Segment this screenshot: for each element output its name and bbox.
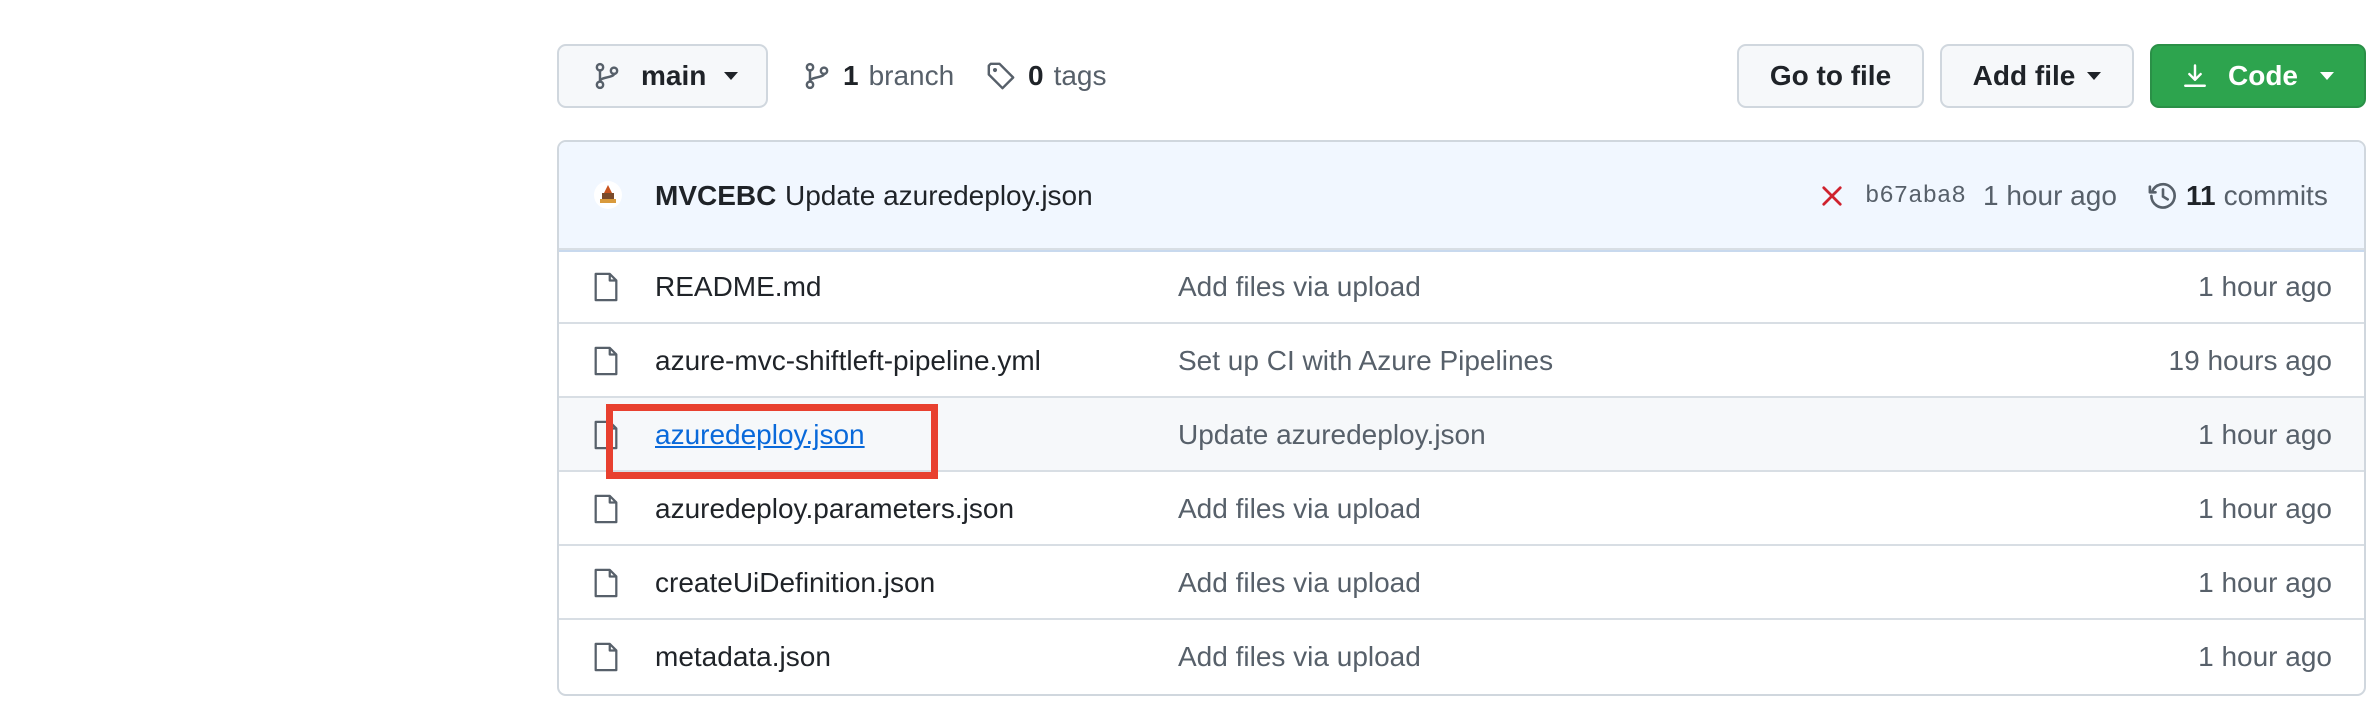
file-name[interactable]: createUiDefinition.json (655, 567, 935, 599)
file-icon (594, 272, 618, 302)
add-file-label: Add file (1972, 60, 2076, 91)
tags-link[interactable]: 0 tags (986, 44, 1107, 108)
git-branch-icon (595, 62, 619, 90)
file-commit-message[interactable]: Update azuredeploy.json (1178, 419, 1486, 451)
branch-count: 1 (843, 60, 859, 91)
download-icon (2184, 64, 2206, 87)
file-age: 19 hours ago (2168, 345, 2332, 376)
add-file-button[interactable]: Add file (1940, 44, 2134, 108)
file-name[interactable]: azure-mvc-shiftleft-pipeline.yml (655, 345, 1041, 377)
file-commit-message[interactable]: Add files via upload (1178, 493, 1421, 525)
file-icon (594, 346, 618, 376)
file-icon (594, 568, 618, 598)
commit-count: 11 (2186, 180, 2216, 211)
branch-selector-button[interactable]: main (557, 44, 768, 108)
history-icon (2148, 182, 2176, 209)
avatar[interactable] (593, 180, 623, 210)
file-row[interactable]: azure-mvc-shiftleft-pipeline.yml Set up … (559, 322, 2364, 398)
file-row[interactable]: README.md Add files via upload 1 hour ag… (559, 248, 2364, 324)
code-button[interactable]: Code (2150, 44, 2366, 108)
tag-label: tags (1053, 60, 1107, 91)
file-age: 1 hour ago (2198, 419, 2332, 450)
file-age: 1 hour ago (2198, 641, 2332, 672)
file-row[interactable]: azuredeploy.parameters.json Add files vi… (559, 470, 2364, 546)
file-age: 1 hour ago (2198, 567, 2332, 598)
commit-author[interactable]: MVCEBC (655, 180, 776, 212)
file-name[interactable]: README.md (655, 271, 821, 303)
file-commit-message[interactable]: Add files via upload (1178, 271, 1421, 303)
chevron-down-icon (2320, 72, 2334, 80)
file-name[interactable]: azuredeploy.parameters.json (655, 493, 1014, 525)
file-age: 1 hour ago (2198, 493, 2332, 524)
file-commit-message[interactable]: Add files via upload (1178, 641, 1421, 673)
file-icon (594, 642, 618, 672)
file-row[interactable]: createUiDefinition.json Add files via up… (559, 544, 2364, 620)
latest-commit-bar: MVCEBC Update azuredeploy.json b67aba8 1… (559, 142, 2364, 252)
commit-time: 1 hour ago (1983, 180, 2117, 211)
file-row[interactable]: metadata.json Add files via upload 1 hou… (559, 618, 2364, 694)
branches-link[interactable]: 1 branch (803, 44, 954, 108)
commit-label: commits (2223, 180, 2328, 211)
chevron-down-icon (724, 72, 739, 80)
tag-icon (987, 62, 1015, 90)
go-to-file-button[interactable]: Go to file (1737, 44, 1924, 108)
tag-count: 0 (1028, 60, 1044, 91)
git-branch-icon (805, 62, 829, 90)
file-commit-message[interactable]: Add files via upload (1178, 567, 1421, 599)
code-label: Code (2228, 60, 2298, 91)
chevron-down-icon (2087, 72, 2102, 80)
file-commit-message[interactable]: Set up CI with Azure Pipelines (1178, 345, 1553, 377)
x-icon[interactable] (1821, 185, 1843, 207)
commits-link[interactable]: 11 commits (2148, 180, 2328, 212)
file-icon (594, 494, 618, 524)
highlight-box (606, 404, 938, 479)
commit-message[interactable]: Update azuredeploy.json (785, 180, 1093, 212)
commit-sha[interactable]: b67aba8 (1865, 183, 1966, 210)
go-to-file-label: Go to file (1769, 60, 1892, 91)
branch-name: main (641, 60, 707, 91)
file-age: 1 hour ago (2198, 271, 2332, 302)
branch-label: branch (868, 60, 955, 91)
file-name[interactable]: metadata.json (655, 641, 831, 673)
